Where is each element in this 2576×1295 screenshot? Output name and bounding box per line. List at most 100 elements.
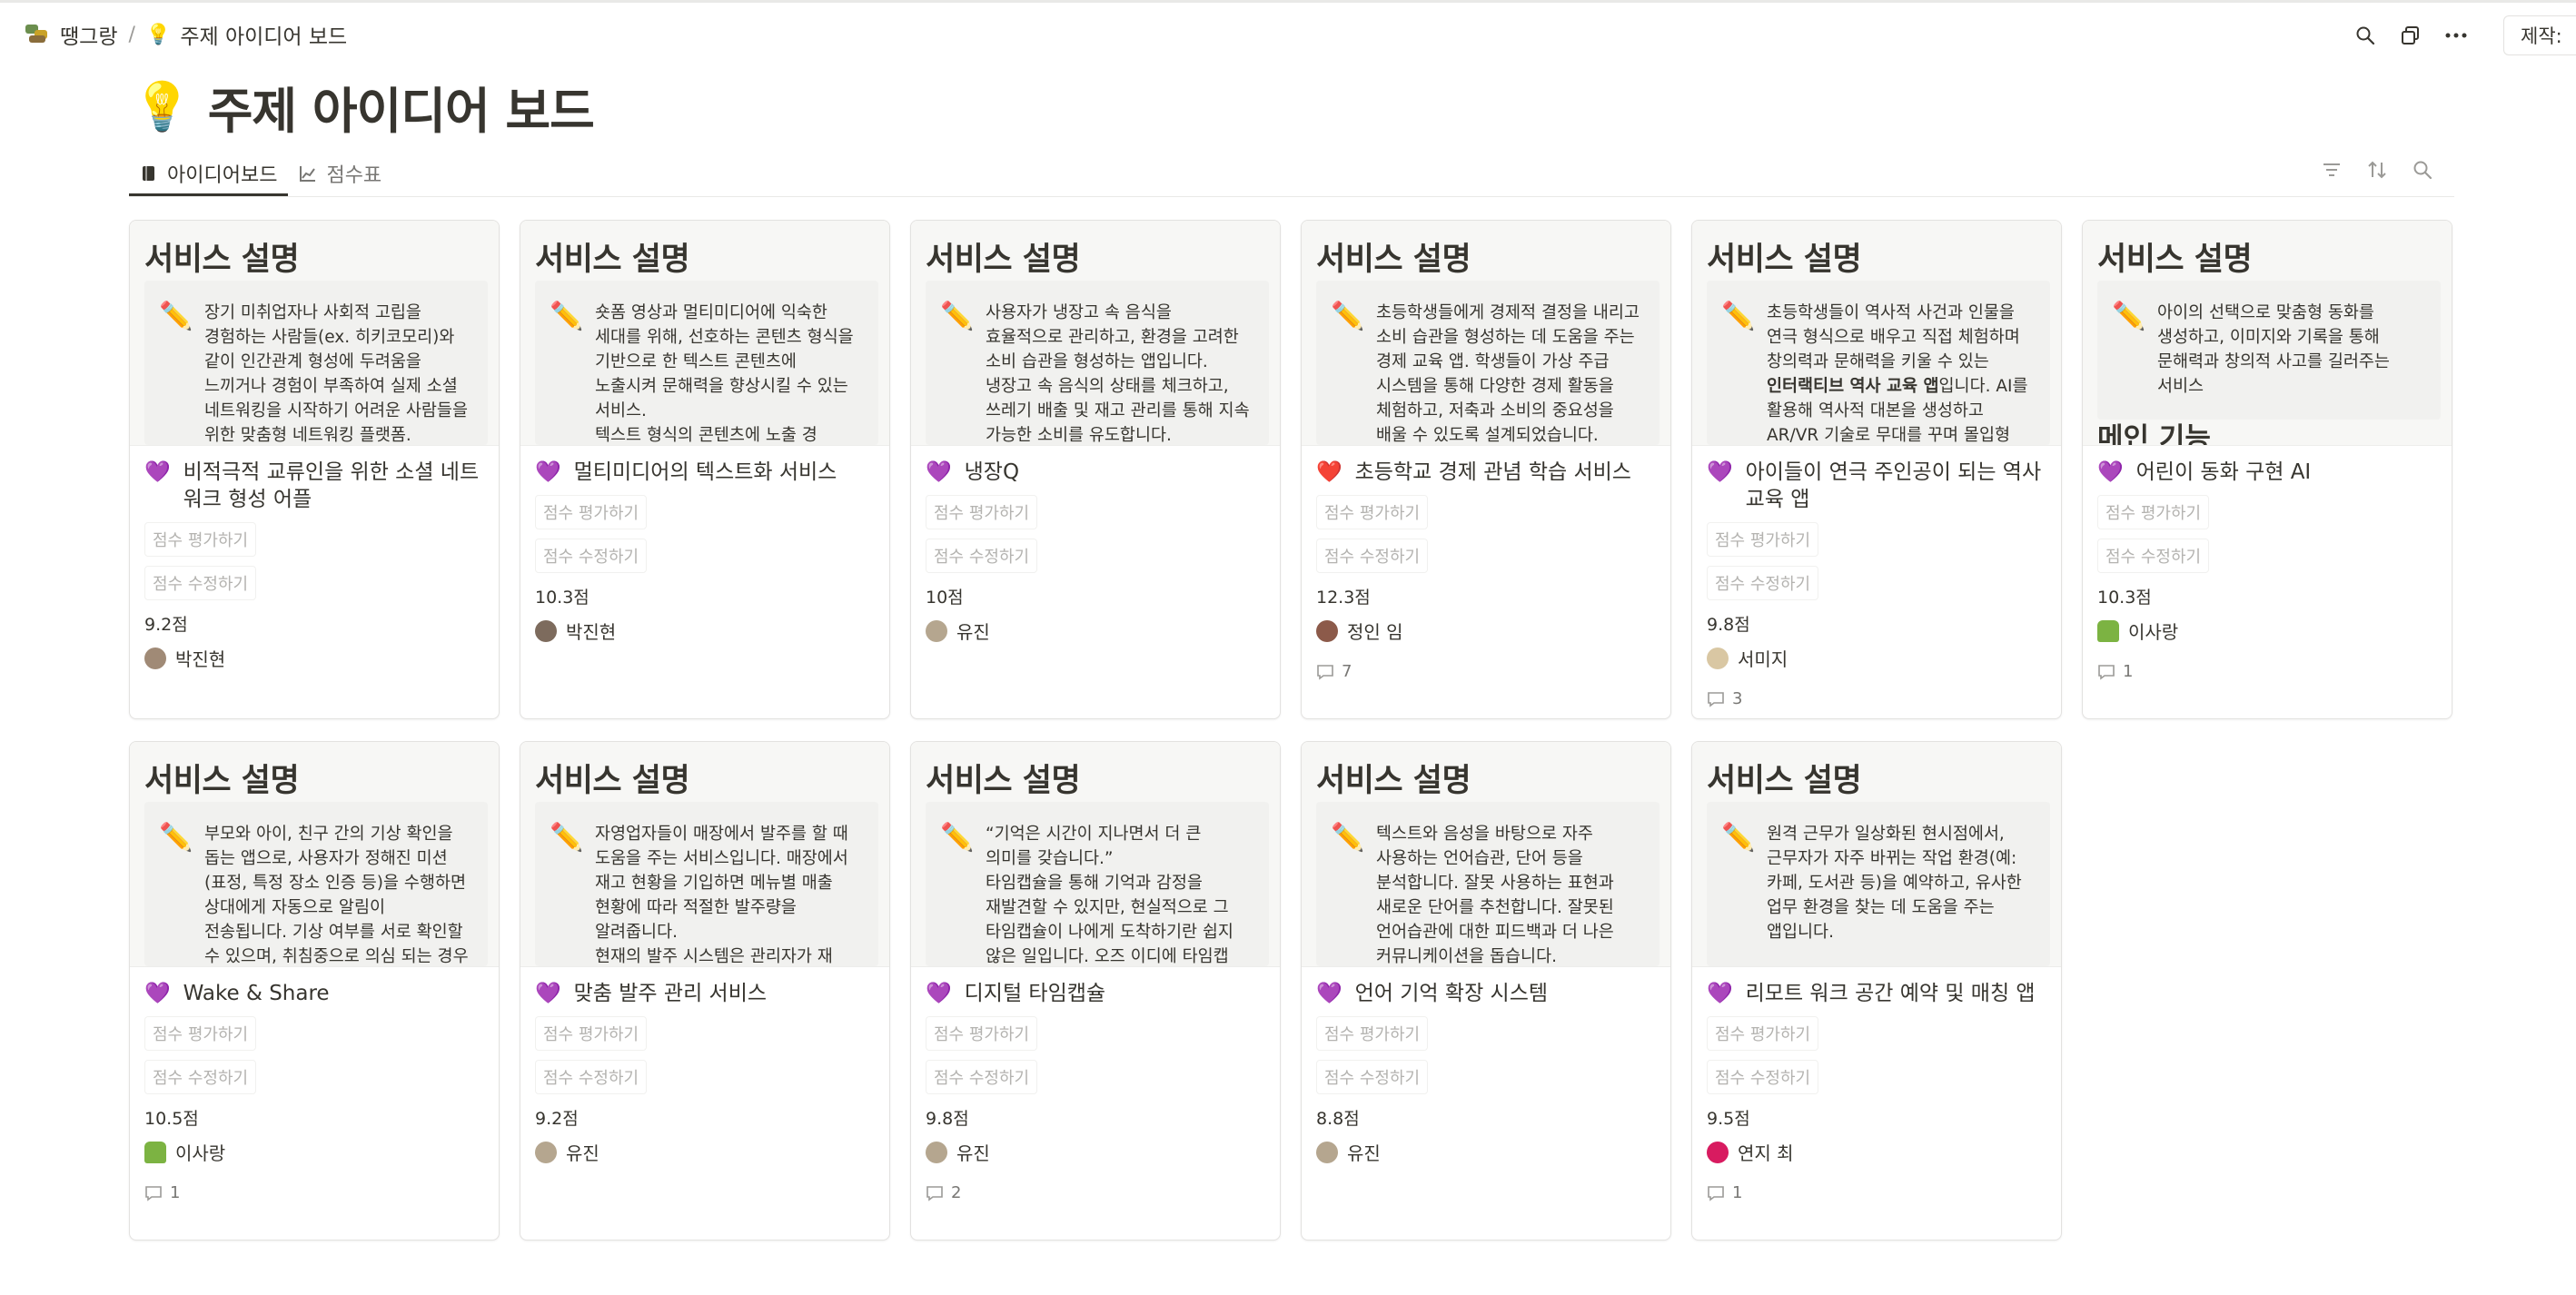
rate-score-button[interactable]: 점수 평가하기 — [926, 1016, 1038, 1051]
tab-divider — [129, 196, 2454, 197]
rate-score-button[interactable]: 점수 평가하기 — [144, 522, 257, 557]
score-value: 9.8점 — [1707, 615, 1750, 635]
comment-count[interactable]: 3 — [1707, 689, 2046, 708]
idea-card[interactable]: 서비스 설명 ✏️ 원격 근무가 일상화된 현시점에서, 근무자가 자주 바뀌는… — [1691, 741, 2062, 1241]
tab-idea-board[interactable]: 아이디어보드 — [129, 153, 289, 196]
pencil-icon: ✏️ — [1331, 301, 1365, 332]
card-title: 💜 어린이 동화 구현 AI — [2097, 459, 2437, 486]
card-title: ❤️ 초등학교 경제 관념 학습 서비스 — [1316, 459, 1656, 486]
top-bar: 땡그랑 / 💡 주제 아이디어 보드 제작: — [0, 0, 2576, 65]
rate-score-button[interactable]: 점수 평가하기 — [2097, 495, 2210, 529]
avatar — [926, 619, 947, 642]
card-body: 💜 아이들이 연극 주인공이 되는 역사 교육 앱 점수 평가하기 점수 수정하… — [1692, 446, 2061, 708]
edit-score-button[interactable]: 점수 수정하기 — [2097, 539, 2210, 573]
avatar — [1707, 1141, 1729, 1163]
tab-label: 아이디어보드 — [167, 164, 278, 187]
comment-icon — [926, 1185, 943, 1201]
comment-icon — [145, 1185, 162, 1201]
card-title-text: 맞춤 발주 관리 서비스 — [573, 982, 768, 1005]
rate-score-button[interactable]: 점수 평가하기 — [1707, 522, 1819, 557]
rate-score-button[interactable]: 점수 평가하기 — [535, 1016, 648, 1051]
idea-card[interactable]: 서비스 설명 ✏️ 자영업자들이 매장에서 발주를 할 때 도움을 주는 서비스… — [520, 741, 890, 1241]
card-title-text: 냉장Q — [964, 460, 1020, 484]
rate-score-button[interactable]: 점수 평가하기 — [535, 495, 648, 529]
pencil-icon: ✏️ — [550, 822, 584, 854]
callout: ✏️ 사용자가 냉장고 속 음식을 효율적으로 관리하고, 환경을 고려한 소비… — [926, 281, 1269, 445]
tab-label: 점수표 — [326, 164, 382, 187]
comment-count[interactable]: 1 — [2097, 662, 2437, 681]
card-cover: 서비스 설명 ✏️ 숏폼 영상과 멀티미디어에 익숙한 세대를 위해, 선호하는… — [520, 221, 889, 446]
card-cover: 서비스 설명 ✏️ 장기 미취업자나 사회적 고립을 경험하는 사람들(ex. … — [130, 221, 499, 446]
comment-count[interactable]: 1 — [1707, 1183, 2046, 1202]
rate-score-button[interactable]: 점수 평가하기 — [1316, 1016, 1429, 1051]
edit-score-button[interactable]: 점수 수정하기 — [1316, 539, 1429, 573]
heart-icon: 💜 — [926, 982, 952, 1005]
breadcrumb-page-label: 주제 아이디어 보드 — [180, 25, 348, 49]
idea-card[interactable]: 서비스 설명 ✏️ 초등학생들에게 경제적 결정을 내리고 소비 습관을 형성하… — [1301, 220, 1671, 719]
card-cover: 서비스 설명 ✏️ 사용자가 냉장고 속 음식을 효율적으로 관리하고, 환경을… — [911, 221, 1280, 446]
sort-icon[interactable] — [2365, 158, 2389, 182]
score-value: 9.5점 — [1707, 1109, 1750, 1129]
card-cover: 서비스 설명 ✏️ 텍스트와 음성을 바탕으로 자주 사용하는 언어습관, 단어… — [1302, 742, 1670, 967]
callout-text: 장기 미취업자나 사회적 고립을 경험하는 사람들(ex. 히키코모리)와 같이… — [204, 303, 473, 445]
card-body: 💜 리모트 워크 공간 예약 및 매칭 앱 점수 평가하기 점수 수정하기 9.… — [1692, 967, 2061, 1202]
pencil-icon: ✏️ — [1721, 301, 1756, 332]
person-property: 유진 — [535, 1139, 875, 1165]
callout-text: 초등학생들에게 경제적 결정을 내리고 소비 습관을 형성하는 데 도움을 주는… — [1376, 303, 1645, 445]
idea-card[interactable]: 서비스 설명 ✏️ 숏폼 영상과 멀티미디어에 익숙한 세대를 위해, 선호하는… — [520, 220, 890, 719]
pencil-icon: ✏️ — [1331, 822, 1365, 854]
card-title: 💜 멀티미디어의 텍스트화 서비스 — [535, 459, 875, 486]
callout: ✏️ 부모와 아이, 친구 간의 기상 확인을 돕는 앱으로, 사용자가 정해진… — [144, 802, 488, 966]
more-icon[interactable] — [2445, 25, 2467, 46]
cover-heading: 서비스 설명 — [1707, 763, 1862, 799]
edit-score-button[interactable]: 점수 수정하기 — [1707, 1060, 1819, 1094]
callout-text-part: 초등학생들이 역사적 사건과 인물을 연극 형식으로 배우고 직접 체험하며 창… — [1767, 303, 2026, 371]
edit-score-button[interactable]: 점수 수정하기 — [535, 1060, 648, 1094]
edit-score-button[interactable]: 점수 수정하기 — [926, 539, 1038, 573]
idea-card[interactable]: 서비스 설명 ✏️ 텍스트와 음성을 바탕으로 자주 사용하는 언어습관, 단어… — [1301, 741, 1671, 1241]
callout-text: 아이의 선택으로 맞춤형 동화를 생성하고, 이미지와 기록을 통해 문해력과 … — [2157, 303, 2395, 396]
comment-count[interactable]: 1 — [144, 1183, 484, 1202]
card-title-text: 아이들이 연극 주인공이 되는 역사 교육 앱 — [1745, 460, 2042, 511]
person-property: 박진현 — [535, 618, 875, 644]
lightbulb-icon[interactable]: 💡 — [133, 84, 192, 131]
made-by-button[interactable]: 제작: — [2503, 15, 2576, 55]
duplicate-icon[interactable] — [2400, 25, 2422, 46]
edit-score-button[interactable]: 점수 수정하기 — [535, 539, 648, 573]
rate-score-button[interactable]: 점수 평가하기 — [1316, 495, 1429, 529]
tab-score-table[interactable]: 점수표 — [288, 153, 392, 194]
edit-score-button[interactable]: 점수 수정하기 — [144, 566, 257, 600]
rate-score-button[interactable]: 점수 평가하기 — [1707, 1016, 1819, 1051]
avatar — [926, 1141, 947, 1163]
idea-card[interactable]: 서비스 설명 ✏️ 부모와 아이, 친구 간의 기상 확인을 돕는 앱으로, 사… — [129, 741, 500, 1241]
pencil-icon: ✏️ — [940, 301, 975, 332]
breadcrumb-page[interactable]: 💡 주제 아이디어 보드 — [146, 19, 347, 50]
score-value: 12.3점 — [1316, 588, 1371, 608]
person-name: 유진 — [1347, 1142, 1381, 1164]
idea-card[interactable]: 서비스 설명 ✏️ 초등학생들이 역사적 사건과 인물을 연극 형식으로 배우고… — [1691, 220, 2062, 719]
rate-score-button[interactable]: 점수 평가하기 — [926, 495, 1038, 529]
filter-icon[interactable] — [2320, 158, 2343, 182]
comment-count[interactable]: 2 — [926, 1183, 1265, 1202]
score-value: 9.2점 — [144, 615, 188, 635]
search-icon[interactable] — [2354, 25, 2376, 46]
view-tools — [2320, 158, 2434, 182]
idea-card[interactable]: 서비스 설명 ✏️ 장기 미취업자나 사회적 고립을 경험하는 사람들(ex. … — [129, 220, 500, 719]
cover-heading: 서비스 설명 — [1707, 242, 1862, 278]
edit-score-button[interactable]: 점수 수정하기 — [1707, 566, 1819, 600]
edit-score-button[interactable]: 점수 수정하기 — [1316, 1060, 1429, 1094]
idea-card[interactable]: 서비스 설명 ✏️ 아이의 선택으로 맞춤형 동화를 생성하고, 이미지와 기록… — [2082, 220, 2452, 719]
rate-score-button[interactable]: 점수 평가하기 — [144, 1016, 257, 1051]
edit-score-button[interactable]: 점수 수정하기 — [926, 1060, 1038, 1094]
breadcrumb-workspace[interactable]: 땡그랑 — [25, 19, 117, 50]
page-title[interactable]: 주제 아이디어 보드 — [208, 71, 595, 143]
search-icon[interactable] — [2411, 158, 2434, 182]
idea-card[interactable]: 서비스 설명 ✏️ “기억은 시간이 지나면서 더 큰 의미를 갖습니다.” 타… — [910, 741, 1281, 1241]
cover-heading: 서비스 설명 — [1316, 763, 1471, 799]
idea-card[interactable]: 서비스 설명 ✏️ 사용자가 냉장고 속 음식을 효율적으로 관리하고, 환경을… — [910, 220, 1281, 719]
breadcrumb: 땡그랑 / 💡 주제 아이디어 보드 — [25, 19, 347, 50]
comment-count[interactable]: 7 — [1316, 662, 1656, 681]
callout-text: “기억은 시간이 지나면서 더 큰 의미를 갖습니다.” 타임캡슐을 통해 기억… — [986, 825, 1234, 966]
edit-score-button[interactable]: 점수 수정하기 — [144, 1060, 257, 1094]
avatar — [535, 1141, 557, 1163]
